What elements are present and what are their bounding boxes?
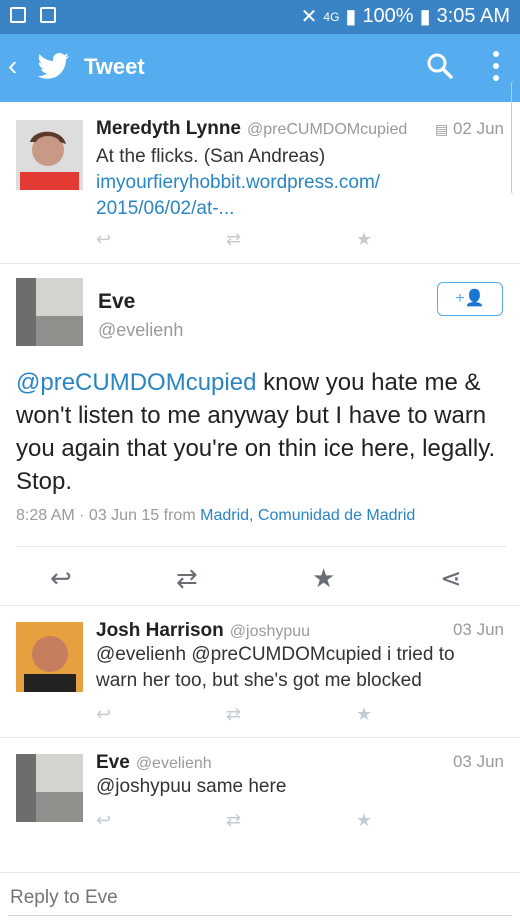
tweet-text: @evelienh @preCUMDOMcupied i tried to wa… [96, 644, 455, 691]
main-tweet: Eve @evelienh +👤 @preCUMDOMcupied know y… [0, 264, 520, 606]
reply-tweet[interactable]: Eve @evelienh 03 Jun @joshypuu same here … [0, 738, 520, 872]
reply-icon[interactable]: ↩ [96, 704, 226, 725]
author-handle[interactable]: @evelienh [136, 755, 212, 772]
author-handle[interactable]: @evelienh [98, 320, 183, 341]
signal-text: 4G [323, 9, 340, 24]
tweet-meta: 8:28 AM · 03 Jun 15 from Madrid, Comunid… [16, 507, 415, 525]
battery-text: 100% [362, 5, 414, 27]
reply-icon[interactable]: ↩ [96, 229, 226, 250]
tweet-link-continued[interactable]: 2015/06/02/at-... [96, 196, 380, 222]
page-title: Tweet [84, 54, 145, 79]
author-name[interactable]: Meredyth Lynne [96, 118, 241, 139]
tweet-date-text: 02 Jun [452, 119, 504, 138]
favorite-icon[interactable]: ★ [356, 810, 486, 831]
top-bar: ‹ Tweet [0, 34, 520, 102]
tweet-text: @joshypuu same here [96, 776, 287, 797]
mention-link[interactable]: @preCUMDOMcupied [16, 369, 256, 396]
follow-button[interactable]: +👤 [437, 282, 503, 316]
tweet-time: 8:28 AM · 03 Jun 15 [16, 507, 160, 524]
avatar[interactable] [16, 622, 83, 692]
tweet-date: 03 Jun [452, 620, 504, 639]
tweet-text: @preCUMDOMcupied know you hate me & won'… [16, 366, 506, 498]
avatar[interactable] [16, 278, 83, 346]
reply-icon[interactable]: ↩ [96, 810, 226, 831]
tweet-header: Josh Harrison @joshypuu [96, 620, 310, 642]
status-bar: ✕ 4G ▮ 100% ▮ 3:05 AM [0, 0, 520, 34]
favorite-icon[interactable]: ★ [312, 563, 335, 594]
gallery-icon [40, 7, 56, 23]
reply-tweet[interactable]: Josh Harrison @joshypuu 03 Jun @evelienh … [0, 606, 520, 738]
action-bar: ↩ ⇄ ★ ⋖ [16, 546, 506, 607]
twitter-bird-icon [37, 53, 70, 86]
tweet-text: At the flicks. (San Andreas) imyourfiery… [96, 144, 380, 222]
tweet-link[interactable]: imyourfieryhobbit.wordpress.com/ [96, 170, 380, 196]
reply-box [0, 872, 520, 924]
retweet-icon[interactable]: ⇄ [226, 704, 356, 725]
tweet-item[interactable]: Meredyth Lynne @preCUMDOMcupied ▤ 02 Jun … [0, 102, 520, 264]
tweet-header: Meredyth Lynne @preCUMDOMcupied [96, 118, 407, 140]
retweet-icon[interactable]: ⇄ [226, 229, 356, 250]
more-options-icon[interactable] [490, 48, 502, 89]
favorite-icon[interactable]: ★ [356, 229, 486, 250]
author-name[interactable]: Eve [96, 752, 130, 773]
back-icon[interactable]: ‹ [8, 52, 17, 80]
reply-input[interactable] [8, 881, 512, 916]
author-name[interactable]: Eve [98, 290, 135, 314]
retweet-icon[interactable]: ⇄ [226, 810, 356, 831]
reply-icon[interactable]: ↩ [50, 563, 72, 594]
tweet-date: 03 Jun [452, 752, 504, 771]
facebook-icon [10, 7, 26, 23]
avatar[interactable] [16, 120, 83, 190]
search-icon[interactable] [426, 52, 454, 85]
tweet-date: ▤ 02 Jun [435, 119, 504, 139]
avatar[interactable] [16, 754, 83, 824]
tweet-text-line: At the flicks. (San Andreas) [96, 146, 326, 167]
favorite-icon[interactable]: ★ [356, 704, 486, 725]
battery-icon: ▮ [419, 6, 431, 28]
media-icon: ▤ [434, 121, 449, 137]
from-label: from [163, 507, 196, 524]
share-icon[interactable]: ⋖ [440, 563, 462, 594]
mute-icon: ✕ [300, 6, 318, 28]
author-handle[interactable]: @preCUMDOMcupied [247, 121, 407, 138]
retweet-icon[interactable]: ⇄ [176, 563, 198, 594]
tweet-header: Eve @evelienh [96, 752, 212, 774]
author-name[interactable]: Josh Harrison [96, 620, 224, 641]
signal-icon: ▮ [345, 6, 357, 28]
scrollbar[interactable] [511, 80, 520, 195]
location-link[interactable]: Madrid, Comunidad de Madrid [200, 507, 415, 524]
author-handle[interactable]: @joshypuu [230, 623, 310, 640]
clock: 3:05 AM [436, 5, 510, 27]
